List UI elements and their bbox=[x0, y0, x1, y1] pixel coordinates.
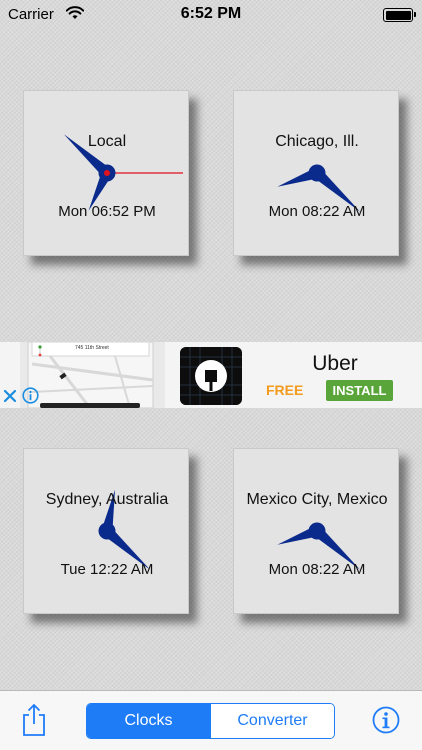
status-bar: Carrier 6:52 PM bbox=[0, 0, 422, 30]
analog-clock-face bbox=[63, 134, 183, 211]
ad-map-screenshot: 745 11th Street bbox=[20, 342, 165, 408]
analog-clock-face bbox=[277, 164, 361, 212]
clock-city-label: Chicago, Ill. bbox=[275, 133, 359, 150]
clock-datetime-label: Tue 12:22 AM bbox=[60, 561, 154, 578]
clock-datetime-label: Mon 08:22 AM bbox=[268, 203, 366, 220]
clock-tile-local[interactable]: Local Mon 06:52 PM bbox=[23, 90, 189, 256]
bottom-toolbar: Clocks Converter bbox=[0, 690, 422, 750]
clock-datetime-label: Mon 06:52 PM bbox=[58, 203, 156, 220]
tab-converter[interactable]: Converter bbox=[210, 704, 334, 738]
analog-clock-face bbox=[98, 489, 151, 570]
ad-brand-name: Uber bbox=[312, 352, 358, 375]
clock-center-hub bbox=[98, 522, 116, 540]
uber-app-icon bbox=[180, 347, 242, 405]
share-icon[interactable] bbox=[20, 703, 48, 737]
ad-install-button[interactable]: INSTALL bbox=[326, 380, 393, 401]
close-icon[interactable] bbox=[2, 388, 18, 404]
status-time: 6:52 PM bbox=[180, 5, 242, 22]
ad-map-street: 745 11th Street bbox=[75, 345, 109, 351]
ad-banner[interactable]: 745 11th Street Uber FREE INSTALL bbox=[0, 342, 422, 408]
clock-datetime-label: Mon 08:22 AM bbox=[268, 561, 366, 578]
battery-full-icon bbox=[383, 8, 416, 22]
clock-tile-sydney[interactable]: Sydney, Australia Tue 12:22 AM bbox=[23, 448, 189, 614]
info-icon[interactable] bbox=[22, 387, 39, 404]
clock-tile-mexico-city[interactable]: Mexico City, Mexico Mon 08:22 AM bbox=[233, 448, 399, 614]
clock-tile-chicago[interactable]: Chicago, Ill. Mon 08:22 AM bbox=[233, 90, 399, 256]
tab-clocks[interactable]: Clocks bbox=[87, 704, 210, 738]
info-icon[interactable] bbox=[372, 706, 400, 734]
clock-center-hub bbox=[308, 164, 326, 182]
ad-price-label: FREE bbox=[266, 382, 304, 398]
clock-city-label: Sydney, Australia bbox=[45, 491, 169, 508]
second-hand-pivot bbox=[104, 170, 110, 176]
analog-clock-face bbox=[277, 522, 361, 570]
clock-city-label: Local bbox=[87, 133, 127, 150]
clock-city-label: Mexico City, Mexico bbox=[246, 491, 388, 508]
clock-center-hub bbox=[308, 522, 326, 540]
view-segmented-control: Clocks Converter bbox=[86, 703, 335, 739]
